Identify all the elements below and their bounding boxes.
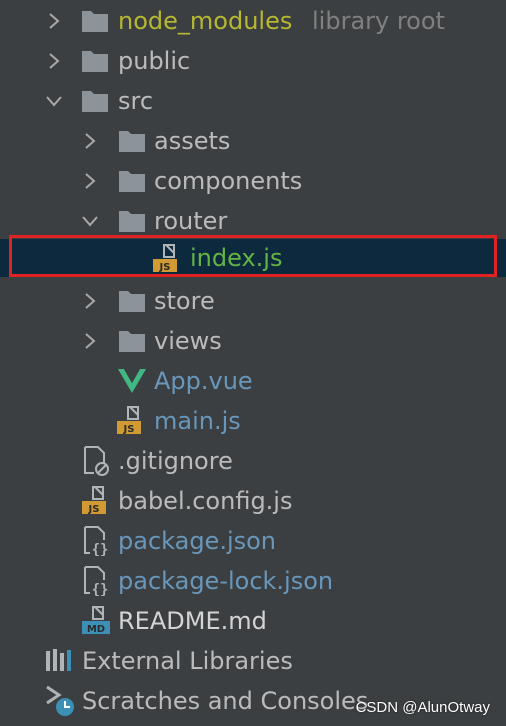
- tree-row-readme[interactable]: MD README.md: [0, 601, 506, 641]
- tree-row-package-json[interactable]: {} package.json: [0, 521, 506, 561]
- chevron-right-icon[interactable]: [44, 51, 64, 71]
- folder-icon: [81, 7, 109, 35]
- folder-icon: [118, 327, 146, 355]
- tree-row-public[interactable]: public: [0, 41, 506, 81]
- folder-icon: [81, 87, 109, 115]
- js-file-icon: JS: [152, 244, 180, 273]
- folder-icon: [118, 287, 146, 315]
- tree-row-label: package-lock.json: [118, 567, 334, 595]
- folder-icon: [118, 167, 146, 195]
- js-badge: JS: [123, 424, 135, 435]
- tree-row-node-modules[interactable]: node_modules library root: [0, 1, 506, 41]
- tree-row-app-vue[interactable]: App.vue: [0, 361, 506, 401]
- chevron-down-icon[interactable]: [44, 91, 64, 111]
- libraries-icon: [45, 647, 73, 675]
- tree-row-label: .gitignore: [118, 447, 233, 475]
- tree-row-src[interactable]: src: [0, 81, 506, 121]
- tree-row-label: package.json: [118, 527, 277, 555]
- folder-icon: [118, 207, 146, 235]
- scratches-icon: [45, 685, 74, 716]
- folder-icon: [118, 127, 146, 155]
- chevron-down-icon[interactable]: [80, 211, 100, 231]
- tree-row-assets[interactable]: assets: [0, 121, 506, 161]
- tree-row-index-js[interactable]: JS index.js: [0, 239, 506, 277]
- json-file-icon: {}: [82, 566, 110, 598]
- tree-row-views[interactable]: views: [0, 321, 506, 361]
- svg-text:{}: {}: [92, 582, 109, 596]
- tree-row-label: README.md: [118, 607, 267, 635]
- tree-row-label: index.js: [190, 244, 283, 272]
- chevron-right-icon[interactable]: [80, 331, 100, 351]
- js-file-icon: JS: [81, 486, 109, 515]
- tree-row-label: babel.config.js: [118, 487, 293, 515]
- watermark: CSDN @AlunOtway: [355, 699, 490, 716]
- tree-row-label: main.js: [154, 407, 241, 435]
- tree-row-label: public: [118, 47, 191, 75]
- tree-row-label: router: [154, 207, 228, 235]
- tree-row-label: App.vue: [154, 367, 253, 395]
- md-badge: MD: [87, 624, 105, 635]
- tree-row-label: store: [154, 287, 215, 315]
- tree-row-label: components: [154, 167, 303, 195]
- tree-row-label: Scratches and Consoles: [82, 687, 369, 715]
- chevron-right-icon[interactable]: [80, 291, 100, 311]
- tree-row-components[interactable]: components: [0, 161, 506, 201]
- tree-row-external-libraries[interactable]: External Libraries: [0, 641, 506, 681]
- tree-row-main-js[interactable]: JS main.js: [0, 401, 506, 441]
- ignore-file-icon: [82, 446, 110, 476]
- json-file-icon: {}: [82, 526, 110, 558]
- tree-row-label: node_modules: [118, 7, 293, 35]
- svg-text:{}: {}: [92, 542, 109, 556]
- library-root-hint: library root: [312, 7, 445, 35]
- tree-row-store[interactable]: store: [0, 281, 506, 321]
- tree-row-gitignore[interactable]: .gitignore: [0, 441, 506, 481]
- tree-row-label: src: [118, 87, 154, 115]
- js-badge: JS: [88, 504, 100, 515]
- js-badge: JS: [159, 262, 171, 273]
- tree-row-package-lock[interactable]: {} package-lock.json: [0, 561, 506, 601]
- chevron-right-icon[interactable]: [80, 131, 100, 151]
- vue-file-icon: [117, 367, 146, 395]
- chevron-right-icon[interactable]: [80, 171, 100, 191]
- tree-row-label: assets: [154, 127, 231, 155]
- tree-row-babel-config[interactable]: JS babel.config.js: [0, 481, 506, 521]
- tree-row-router[interactable]: router: [0, 201, 506, 241]
- chevron-right-icon[interactable]: [44, 11, 64, 31]
- tree-row-label: External Libraries: [82, 647, 293, 675]
- markdown-file-icon: MD: [81, 606, 110, 635]
- js-file-icon: JS: [116, 406, 144, 435]
- tree-row-label: views: [154, 327, 222, 355]
- folder-icon: [81, 47, 109, 75]
